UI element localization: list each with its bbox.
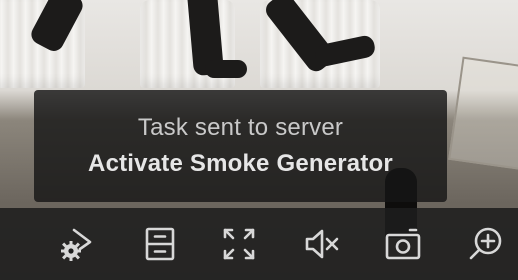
run-macro-button[interactable] (52, 219, 102, 269)
video-toolbar (0, 208, 518, 280)
fullscreen-icon (223, 228, 255, 260)
zoom-in-button[interactable] (461, 219, 511, 269)
mute-button[interactable] (297, 219, 347, 269)
archive-icon (145, 227, 175, 261)
zoom-in-icon (469, 227, 502, 260)
wall-frame-image (448, 56, 518, 172)
fullscreen-button[interactable] (214, 219, 264, 269)
toast-action-text: Activate Smoke Generator (88, 150, 393, 177)
archive-button[interactable] (135, 219, 185, 269)
toast-status-text: Task sent to server (137, 114, 344, 141)
shoe-image (205, 60, 247, 78)
camera-snapshot-icon (385, 228, 421, 260)
snapshot-button[interactable] (378, 219, 428, 269)
gear-play-icon (61, 228, 92, 261)
mute-icon (305, 229, 339, 259)
video-viewport: Task sent to server Activate Smoke Gener… (0, 0, 518, 280)
notification-toast: Task sent to server Activate Smoke Gener… (34, 90, 447, 202)
